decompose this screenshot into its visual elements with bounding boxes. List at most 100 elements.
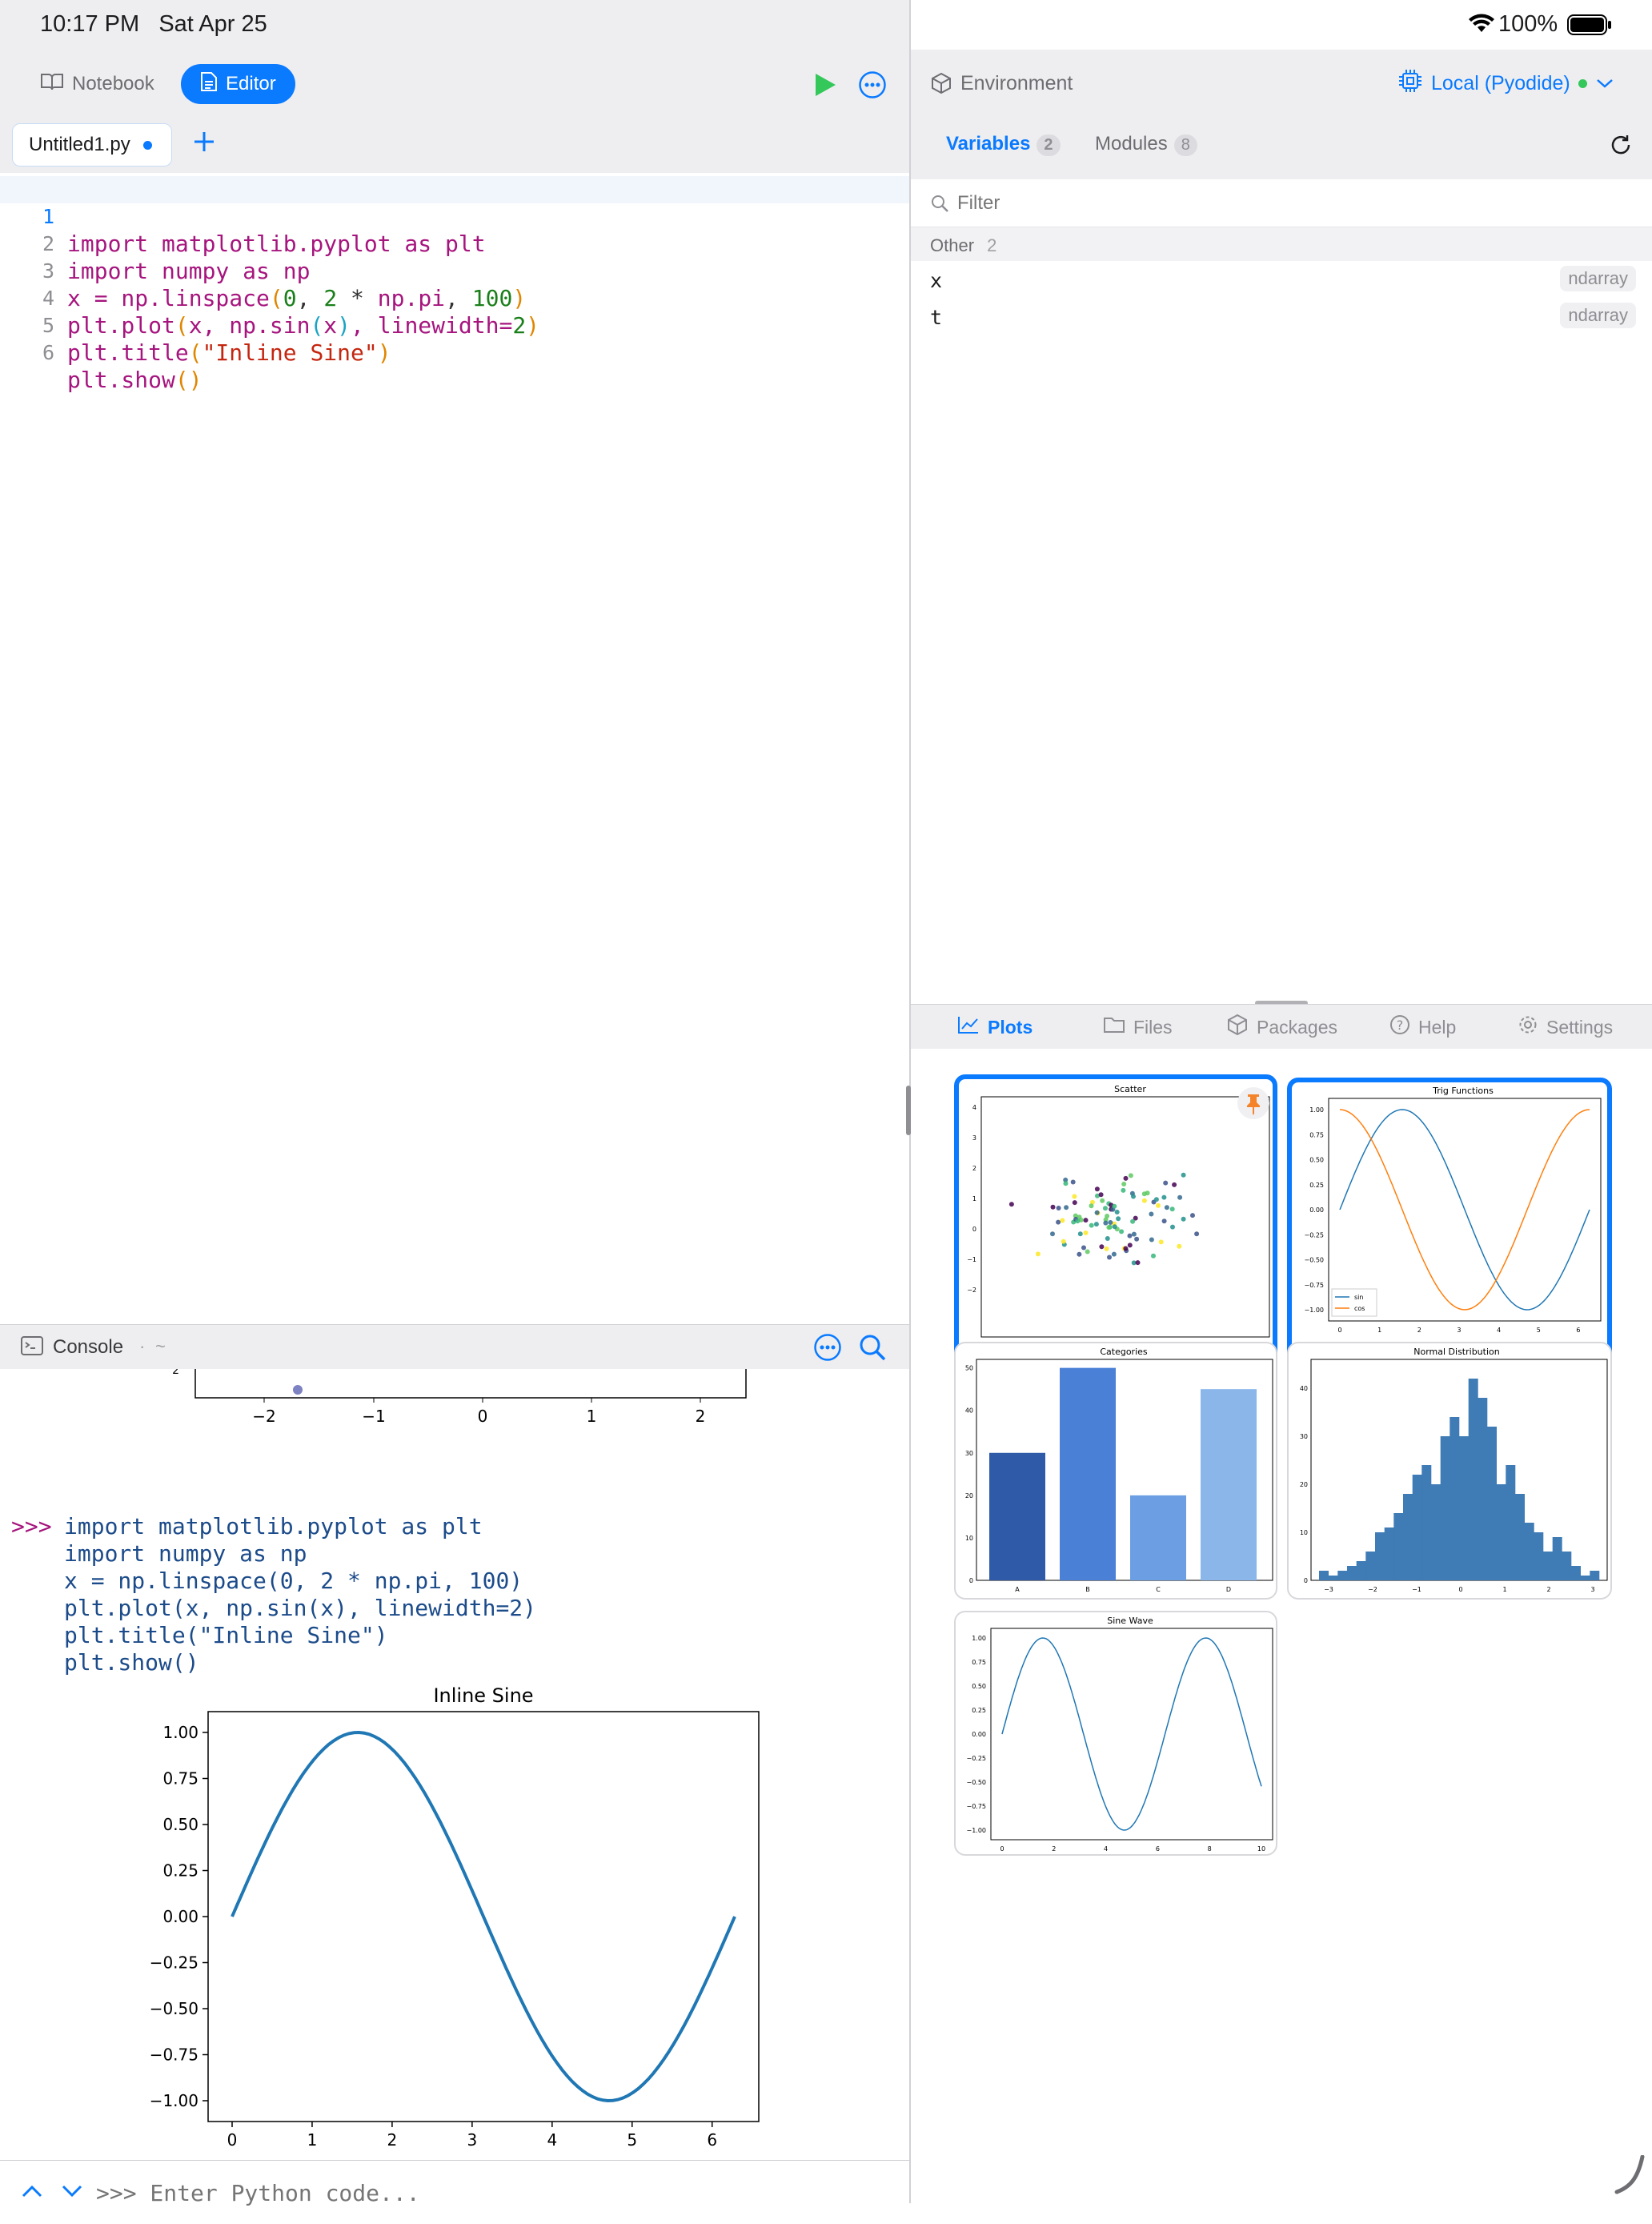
y-tick-label: −0.25 <box>150 1953 198 1973</box>
files-label: Files <box>1133 1016 1173 1038</box>
thumb-tick-label: 8 <box>1208 1845 1212 1853</box>
x-tick-label: 0 <box>227 2130 238 2150</box>
variable-name: t <box>930 306 943 329</box>
scatter-point <box>1149 1211 1154 1217</box>
filter-input[interactable] <box>957 189 1598 218</box>
plot-thumbnail-normal[interactable]: Normal Distribution 0 10 20 30 40 −3 −2 −1 0 1 2 3 <box>1287 1342 1612 1600</box>
status-clock: 10:17 PM Sat Apr 25 <box>40 11 267 38</box>
thumb-title: Scatter <box>1114 1084 1146 1094</box>
search-icon[interactable] <box>858 1333 887 1366</box>
code-editor[interactable]: 1 import matplotlib.pyplot as plt 2 impo… <box>0 173 909 1375</box>
scatter-point <box>1100 1198 1105 1203</box>
thumb-tick-label: 2 <box>972 1165 976 1172</box>
file-tab-untitled1[interactable]: Untitled1.py <box>12 123 172 167</box>
code-text: plt.title("Inline Sine") <box>67 339 391 366</box>
thumb-tick-label: 4 <box>1497 1327 1501 1334</box>
chevron-down-icon <box>1595 72 1614 95</box>
thumb-tick-label: 30 <box>1300 1433 1308 1440</box>
console-output[interactable]: 2 −2 −1 0 1 2 >>> import matplotlib.pypl… <box>0 1369 909 2158</box>
thumb-title: Trig Functions <box>1432 1086 1494 1096</box>
thumb-title: Normal Distribution <box>1413 1347 1499 1357</box>
previous-plot-tail: 2 −2 −1 0 1 2 <box>172 1369 747 1426</box>
tab-files[interactable]: Files <box>1103 1005 1173 1050</box>
tab-packages[interactable]: Packages <box>1226 1005 1337 1050</box>
document-icon <box>200 71 218 98</box>
history-up-icon[interactable] <box>21 2183 43 2203</box>
histogram-bin <box>1562 1552 1572 1580</box>
legend-label: cos <box>1354 1305 1365 1312</box>
console-more-icon[interactable] <box>813 1333 842 1366</box>
history-down-icon[interactable] <box>61 2183 83 2203</box>
scatter-point <box>1123 1175 1129 1181</box>
y-tick-label: 0.50 <box>162 1815 198 1834</box>
bottom-panel-tabs: Plots Files Packages ? Help Settings <box>911 1004 1652 1049</box>
scatter-point <box>1098 1192 1104 1198</box>
refresh-icon[interactable] <box>1609 133 1633 161</box>
sine-wave-line <box>1001 1637 1262 1831</box>
histogram-bin <box>1478 1398 1488 1580</box>
scatter-point <box>1072 1194 1077 1199</box>
plot-thumbnail-sine-wave[interactable]: Sine Wave 1.00 0.75 0.50 0.25 0.00 −0.25 −0.50… <box>954 1611 1277 1856</box>
scatter-point <box>1056 1219 1061 1225</box>
filter-search-icon <box>930 194 949 217</box>
bar <box>1060 1367 1116 1580</box>
plot-thumbnail-categories[interactable]: Categories A B C D 0 10 20 30 40 50 <box>954 1342 1277 1600</box>
more-options-icon[interactable] <box>858 70 887 103</box>
scatter-point <box>1099 1244 1105 1250</box>
scatter-point <box>1131 1194 1136 1199</box>
variable-row[interactable]: x ndarray <box>911 261 1652 298</box>
scatter-point <box>1081 1245 1086 1250</box>
pin-icon[interactable] <box>1237 1087 1269 1119</box>
histogram-bin <box>1319 1571 1329 1580</box>
histogram-bin <box>1487 1427 1497 1580</box>
x-tick-label: 5 <box>627 2130 637 2150</box>
scatter-point <box>1163 1180 1169 1186</box>
notebook-button[interactable]: Notebook <box>21 64 174 104</box>
battery-percent: 100% <box>1498 11 1558 37</box>
thumb-tick-label: −0.75 <box>966 1803 986 1810</box>
editor-button[interactable]: Editor <box>181 64 295 104</box>
tab-variables[interactable]: Variables 2 <box>946 133 1061 156</box>
chart-icon <box>957 1015 980 1039</box>
variable-row[interactable]: t ndarray <box>911 298 1652 335</box>
environment-label: Environment <box>960 72 1073 94</box>
tab-plots[interactable]: Plots <box>957 1005 1032 1050</box>
scatter-point <box>1114 1210 1120 1214</box>
prev-x-tick: −1 <box>362 1407 385 1426</box>
thumb-tick-label: −0.25 <box>966 1755 986 1762</box>
thumb-tick-label: 1.00 <box>972 1635 986 1642</box>
scatter-point <box>1103 1206 1108 1211</box>
thumb-tick-label: −1 <box>1412 1586 1421 1593</box>
scatter-point <box>1128 1173 1133 1178</box>
variable-type: ndarray <box>1560 303 1636 328</box>
histogram-bin <box>1450 1417 1460 1580</box>
editor-label: Editor <box>226 73 276 94</box>
histogram-bin <box>1412 1475 1422 1580</box>
scatter-point <box>1063 1181 1069 1186</box>
scatter-point <box>1061 1238 1066 1244</box>
runtime-selector[interactable]: Local (Pyodide) <box>1397 67 1614 99</box>
thumb-tick-label: 10 <box>1300 1529 1308 1536</box>
tab-help[interactable]: ? Help <box>1389 1005 1456 1050</box>
console-history-line: import numpy as np <box>64 1540 307 1567</box>
group-count: 2 <box>987 235 997 255</box>
y-tick-label: 0.75 <box>162 1769 198 1788</box>
x-tick-label: 3 <box>467 2130 477 2150</box>
file-tab-label: Untitled1.py <box>29 134 130 155</box>
tab-settings[interactable]: Settings <box>1518 1005 1613 1050</box>
console-input[interactable] <box>96 2177 880 2209</box>
add-tab-icon[interactable] <box>192 130 216 158</box>
plot-thumbnail-scatter[interactable]: Scatter 43210−1−2−2−1012 <box>954 1074 1277 1382</box>
scatter-point <box>1089 1222 1094 1228</box>
scatter-point <box>1123 1246 1129 1251</box>
prev-plot-point <box>293 1385 303 1395</box>
y-tick-label: 0.00 <box>162 1907 198 1926</box>
thumb-tick-label: 0.00 <box>1309 1206 1324 1214</box>
y-tick-label: −0.75 <box>150 2045 198 2065</box>
plot-thumbnail-trig[interactable]: Trig Functions 1.00 0.75 0.50 0.25 0.00 −0.25… <box>1287 1078 1612 1379</box>
run-button[interactable] <box>813 72 837 102</box>
tab-modules[interactable]: Modules 8 <box>1095 133 1197 156</box>
scatter-point <box>1089 1203 1094 1209</box>
thumb-tick-label: 10 <box>1257 1845 1265 1853</box>
thumb-tick-label: 40 <box>1300 1385 1308 1392</box>
